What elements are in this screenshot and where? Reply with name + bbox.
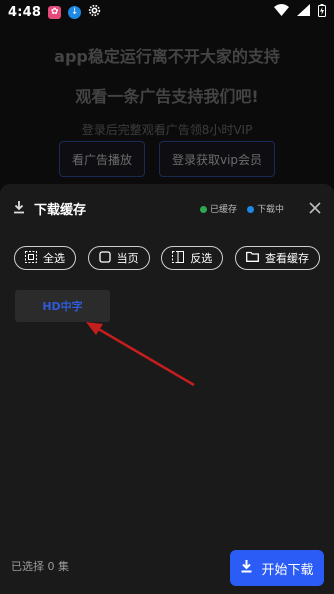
promo-line-1: app稳定运行离不开大家的支持 bbox=[54, 47, 280, 66]
start-download-label: 开始下载 bbox=[261, 562, 314, 578]
battery-icon bbox=[318, 3, 326, 21]
app-notification-icon: ✿ bbox=[48, 5, 62, 19]
signal-icon bbox=[297, 4, 310, 20]
status-time: 4:48 bbox=[8, 4, 42, 20]
status-bar: 4:48 ✿ ↓ bbox=[0, 0, 334, 24]
wifi-icon bbox=[274, 4, 289, 20]
promo-buttons: 看广告播放 登录获取vip会员 bbox=[0, 141, 334, 177]
selected-count: 已选择 0 集 bbox=[11, 560, 69, 573]
promo-message: app稳定运行离不开大家的支持 观看一条广告支持我们吧! 登录后完整观看广告领8… bbox=[0, 38, 334, 138]
annotation-arrow bbox=[86, 322, 195, 387]
download-cache-sheet: 下载缓存 已缓存 下载中 全选 当页 反选 查看缓存 HD中字 已选择 0 集 … bbox=[0, 184, 334, 594]
watch-ad-button[interactable]: 看广告播放 bbox=[58, 141, 145, 177]
settings-gear-icon bbox=[88, 4, 101, 21]
download-notification-icon: ↓ bbox=[68, 5, 82, 19]
promo-line-3: 登录后完整观看广告领8小时VIP bbox=[81, 123, 253, 137]
start-download-button[interactable]: 开始下载 bbox=[230, 550, 324, 586]
promo-line-2: 观看一条广告支持我们吧! bbox=[75, 87, 259, 106]
login-vip-button[interactable]: 登录获取vip会员 bbox=[158, 141, 276, 177]
start-download-icon bbox=[240, 559, 253, 577]
